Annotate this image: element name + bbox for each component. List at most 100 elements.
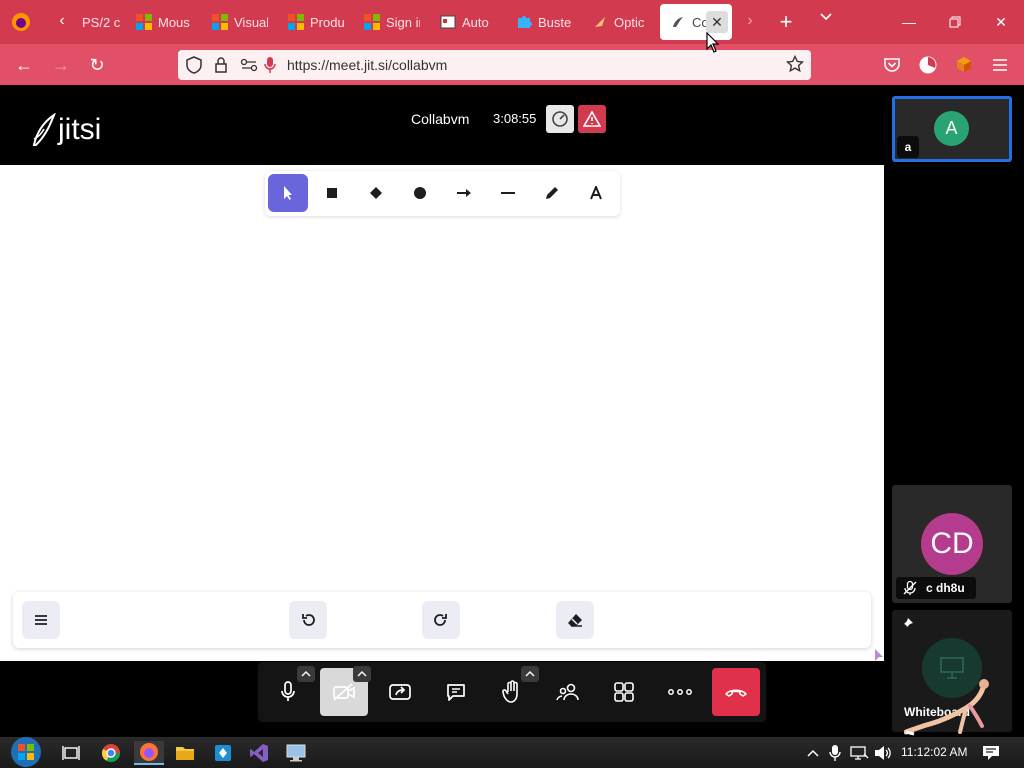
tab-close-icon[interactable]: ✕ xyxy=(706,11,728,33)
microsoft-icon xyxy=(212,14,228,30)
file-explorer-icon[interactable] xyxy=(172,741,198,765)
camera-options-caret[interactable] xyxy=(353,666,371,682)
ellipse-icon xyxy=(414,187,426,199)
pocket-icon[interactable] xyxy=(879,52,905,78)
text-icon xyxy=(590,186,602,200)
more-actions-button[interactable] xyxy=(656,668,704,716)
restore-icon[interactable] xyxy=(932,0,978,44)
hamburger-icon xyxy=(35,615,47,625)
new-tab-icon[interactable]: + xyxy=(774,10,798,34)
volume-icon[interactable] xyxy=(870,741,896,765)
tab-label: Mous xyxy=(158,14,190,30)
permissions-icon[interactable] xyxy=(240,58,258,72)
tool-pencil[interactable] xyxy=(532,174,572,212)
visual-studio-icon[interactable] xyxy=(246,741,272,765)
notifications-icon[interactable] xyxy=(978,741,1004,765)
url-text: https://meet.jit.si/collabvm xyxy=(287,57,448,73)
optic-icon xyxy=(595,17,605,27)
chrome-icon[interactable] xyxy=(98,741,124,765)
back-icon[interactable]: ← xyxy=(11,52,37,78)
microsoft-icon xyxy=(288,14,304,30)
tool-diamond[interactable] xyxy=(356,174,396,212)
tray-microphone-icon[interactable] xyxy=(822,741,848,765)
reactions-caret[interactable] xyxy=(521,666,539,682)
arrow-icon xyxy=(457,189,471,197)
meeting-title: Collabvm xyxy=(411,111,470,127)
dancer-sticker-image xyxy=(903,676,996,736)
tab-label: Visual xyxy=(234,14,268,30)
extension-puzzle-icon[interactable] xyxy=(951,52,977,78)
redo-button[interactable] xyxy=(422,601,460,639)
task-view-icon[interactable] xyxy=(58,741,84,765)
line-icon xyxy=(501,192,515,194)
jitsi-leaf-icon xyxy=(32,113,56,146)
participants-button[interactable] xyxy=(544,668,592,716)
tool-selection[interactable] xyxy=(268,174,308,212)
list-tabs-icon[interactable] xyxy=(814,10,838,34)
pin-icon[interactable] xyxy=(900,617,916,633)
chevron-up-icon xyxy=(357,671,367,677)
jitsi-logo[interactable]: jitsi xyxy=(30,113,101,147)
participant-name: c dh8u xyxy=(926,581,965,595)
reload-icon[interactable]: ↻ xyxy=(84,52,110,78)
close-window-icon[interactable]: ✕ xyxy=(978,0,1024,44)
tool-line[interactable] xyxy=(488,174,528,212)
jitsi-logo-text: jitsi xyxy=(58,113,102,146)
tab-label: Optic xyxy=(614,14,645,30)
screen-share-button[interactable] xyxy=(376,668,424,716)
chat-button[interactable] xyxy=(432,668,480,716)
firefox-menu-icon[interactable] xyxy=(10,12,32,34)
app-blue-icon[interactable] xyxy=(210,741,236,765)
firefox-taskbar-icon[interactable] xyxy=(134,741,164,765)
tile-view-button[interactable] xyxy=(600,668,648,716)
tab-scroll-left-icon[interactable]: ‹ xyxy=(52,12,72,34)
tab-scroll-right-icon[interactable]: › xyxy=(740,12,760,34)
mic-options-caret[interactable] xyxy=(297,666,315,682)
tool-ellipse[interactable] xyxy=(400,174,440,212)
hangup-button[interactable] xyxy=(712,668,760,716)
share-screen-icon xyxy=(389,684,411,700)
clear-canvas-button[interactable] xyxy=(556,601,594,639)
network-icon[interactable] xyxy=(846,741,872,765)
tab-buster[interactable]: Buste xyxy=(516,4,572,40)
tab-optic[interactable]: Optic xyxy=(592,4,648,40)
shield-icon[interactable] xyxy=(186,56,202,74)
app-menu-icon[interactable] xyxy=(987,52,1013,78)
minimize-icon[interactable]: — xyxy=(886,0,932,44)
diamond-icon xyxy=(370,187,382,199)
tool-arrow[interactable] xyxy=(444,174,484,212)
tab-sign-in[interactable]: Sign in xyxy=(364,4,420,40)
tab-jitsi-active[interactable]: Co ✕ xyxy=(660,4,732,40)
bookmark-star-icon[interactable] xyxy=(785,54,805,73)
more-horizontal-icon xyxy=(668,689,692,695)
tab-ps2[interactable]: PS/2 c xyxy=(82,4,120,40)
tool-text[interactable] xyxy=(576,174,616,212)
whiteboard-canvas[interactable] xyxy=(0,165,884,661)
chevron-up-icon xyxy=(525,671,535,677)
extension-timer-icon[interactable] xyxy=(915,52,941,78)
lock-icon[interactable] xyxy=(214,56,228,74)
redo-icon xyxy=(434,614,447,626)
microphone-icon xyxy=(281,681,295,701)
start-button-icon[interactable] xyxy=(8,736,44,768)
taskbar-clock[interactable]: 11:12:02 AM xyxy=(901,745,968,759)
undo-button[interactable] xyxy=(289,601,327,639)
tab-label: PS/2 c xyxy=(82,14,120,30)
warning-triangle-icon xyxy=(583,111,601,127)
tab-mouse[interactable]: Mous xyxy=(136,4,190,40)
muted-mic-icon xyxy=(903,580,917,595)
tab-auto[interactable]: Auto xyxy=(440,4,494,40)
connection-speed-button[interactable] xyxy=(546,105,574,133)
remote-desktop-icon[interactable] xyxy=(283,741,309,765)
tab-visual[interactable]: Visual xyxy=(212,4,268,40)
forward-icon[interactable]: → xyxy=(48,52,74,78)
tool-rectangle[interactable] xyxy=(312,174,352,212)
tab-produ[interactable]: Produ xyxy=(288,4,344,40)
whiteboard-menu-button[interactable] xyxy=(22,601,60,639)
warning-button[interactable] xyxy=(578,105,606,133)
hangup-icon xyxy=(725,689,747,697)
microphone-in-use-icon[interactable] xyxy=(263,56,277,74)
chevron-up-icon xyxy=(301,671,311,677)
auto-icon xyxy=(440,15,456,29)
rectangle-icon xyxy=(327,188,337,198)
